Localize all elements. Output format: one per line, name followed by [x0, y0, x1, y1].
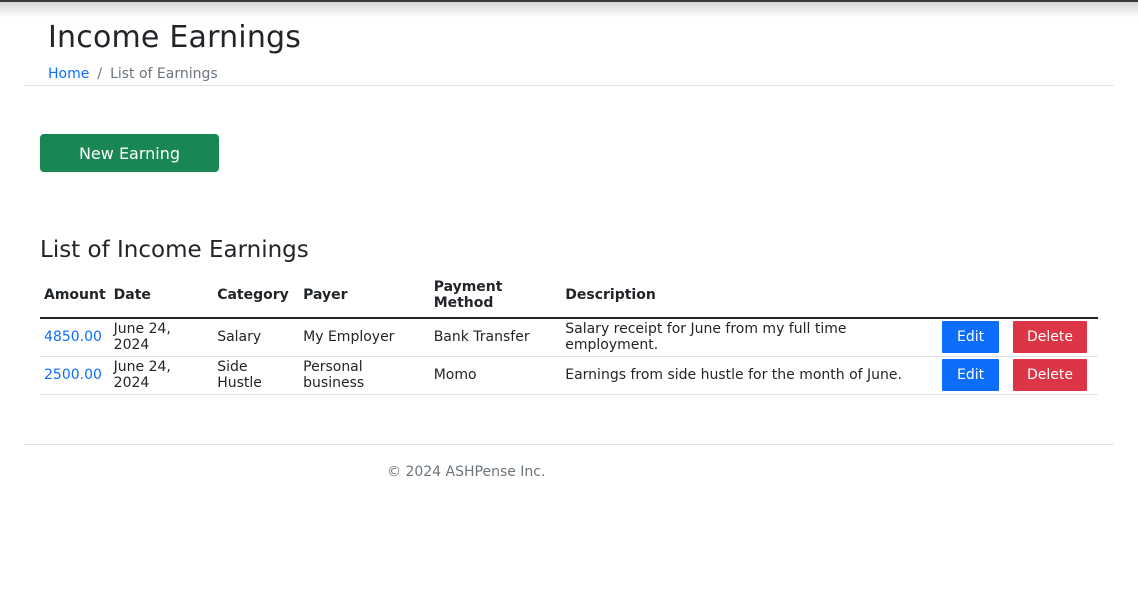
- page-header: Income Earnings Home / List of Earnings: [24, 18, 1114, 86]
- amount-link[interactable]: 2500.00: [44, 367, 102, 383]
- column-header-delete: [1009, 273, 1098, 319]
- cell-payment-method: Momo: [429, 356, 562, 395]
- top-border: [0, 0, 1138, 2]
- edit-button[interactable]: Edit: [942, 359, 1000, 391]
- cell-delete: Delete: [1009, 318, 1098, 357]
- cell-amount: 2500.00: [40, 356, 110, 395]
- page-title: Income Earnings: [48, 20, 302, 55]
- footer-divider: [24, 444, 1114, 445]
- table-row: 4850.00 June 24, 2024 Salary My Employer…: [40, 318, 1098, 357]
- delete-button[interactable]: Delete: [1013, 321, 1087, 354]
- cell-description: Salary receipt for June from my full tim…: [561, 318, 939, 357]
- table-row: 2500.00 June 24, 2024 Side Hustle Person…: [40, 356, 1098, 395]
- footer-copyright: © 2024 ASHPense Inc.: [387, 464, 546, 480]
- cell-date: June 24, 2024: [109, 318, 214, 357]
- delete-button[interactable]: Delete: [1013, 359, 1087, 391]
- amount-link[interactable]: 4850.00: [44, 329, 102, 345]
- cell-edit: Edit: [938, 318, 1009, 357]
- cell-category: Side Hustle: [213, 356, 300, 395]
- cell-description: Earnings from side hustle for the month …: [561, 356, 939, 395]
- column-header-payer: Payer: [299, 273, 430, 319]
- cell-payer: Personal business: [299, 356, 430, 395]
- cell-amount: 4850.00: [40, 318, 110, 357]
- list-title: List of Income Earnings: [40, 237, 309, 263]
- cell-payer: My Employer: [299, 318, 430, 357]
- table-header-row: Amount Date Category Payer Payment Metho…: [40, 273, 1098, 319]
- cell-edit: Edit: [938, 356, 1009, 395]
- column-header-description: Description: [561, 273, 939, 319]
- cell-category: Salary: [213, 318, 300, 357]
- breadcrumb-home-link[interactable]: Home: [48, 66, 89, 82]
- top-shadow: [0, 0, 1138, 18]
- column-header-payment-method: Payment Method: [429, 273, 562, 319]
- earnings-table: Amount Date Category Payer Payment Metho…: [40, 273, 1098, 395]
- new-earning-button[interactable]: New Earning: [40, 134, 219, 172]
- breadcrumb-separator: /: [97, 66, 103, 82]
- breadcrumb: Home / List of Earnings: [48, 66, 218, 82]
- cell-date: June 24, 2024: [109, 356, 214, 395]
- cell-payment-method: Bank Transfer: [429, 318, 562, 357]
- edit-button[interactable]: Edit: [942, 321, 1000, 354]
- column-header-date: Date: [109, 273, 214, 319]
- breadcrumb-current: List of Earnings: [110, 66, 218, 82]
- column-header-category: Category: [213, 273, 300, 319]
- cell-delete: Delete: [1009, 356, 1098, 395]
- column-header-edit: [938, 273, 1009, 319]
- column-header-amount: Amount: [40, 273, 110, 319]
